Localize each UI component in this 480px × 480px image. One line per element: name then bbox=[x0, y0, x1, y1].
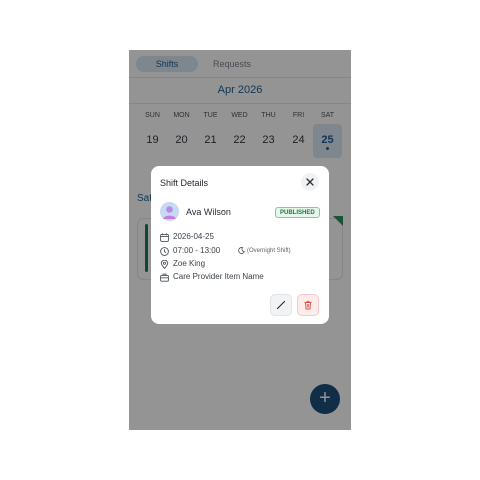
shift-location: Zoe King bbox=[173, 259, 206, 268]
shift-details-modal: Shift Details Ava Wilson PUBLISHED 2026-… bbox=[151, 166, 329, 324]
person-name: Ava Wilson bbox=[186, 207, 231, 217]
modal-title: Shift Details bbox=[160, 178, 209, 188]
close-button[interactable] bbox=[301, 173, 319, 191]
user-avatar-icon bbox=[160, 202, 179, 221]
moon-icon bbox=[238, 247, 245, 254]
page: Shifts Requests Apr 2026 SUN MON TUE WED… bbox=[0, 0, 480, 480]
trash-icon bbox=[304, 300, 312, 310]
delete-button[interactable] bbox=[297, 294, 319, 316]
pencil-icon bbox=[276, 300, 286, 310]
briefcase-icon bbox=[160, 273, 169, 282]
edit-button[interactable] bbox=[270, 294, 292, 316]
location-pin-icon bbox=[160, 260, 169, 269]
close-icon bbox=[306, 178, 314, 186]
status-badge: PUBLISHED bbox=[275, 207, 320, 218]
calendar-icon bbox=[160, 233, 169, 242]
avatar bbox=[160, 202, 179, 221]
shift-date: 2026-04-25 bbox=[173, 232, 214, 241]
care-provider-item: Care Provider Item Name bbox=[173, 272, 264, 281]
clock-icon bbox=[160, 247, 169, 256]
overnight-label: (Overnight Shift) bbox=[247, 248, 291, 254]
shift-time: 07:00 - 13:00 bbox=[173, 246, 221, 255]
